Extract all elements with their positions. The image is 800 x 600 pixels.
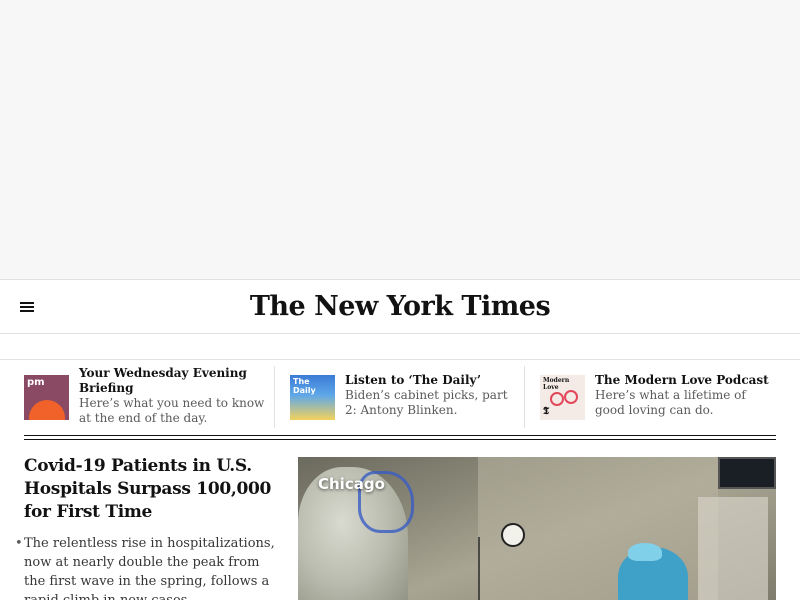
section-bar xyxy=(0,334,800,360)
the-daily-thumbnail[interactable]: The Daily xyxy=(290,375,335,420)
vital-monitor xyxy=(718,457,776,489)
nyt-logo[interactable]: The New York Times xyxy=(0,291,800,322)
wall-clock xyxy=(501,523,525,547)
bullet-icon: • xyxy=(15,536,23,551)
rose-icon xyxy=(564,390,578,404)
briefing-item-evening[interactable]: pm Your Wednesday Evening Briefing Here’… xyxy=(24,366,274,428)
medical-equipment xyxy=(698,497,768,600)
evening-briefing-thumbnail[interactable]: pm xyxy=(24,375,69,420)
lead-photo[interactable]: Chicago xyxy=(298,457,776,600)
section-divider xyxy=(24,435,776,440)
briefing-item-modern-love[interactable]: Modern Love 𝕿 The Modern Love Podcast He… xyxy=(524,366,776,428)
surgical-cap xyxy=(628,543,662,561)
lead-headline[interactable]: Covid-19 Patients in U.S. Hospitals Surp… xyxy=(24,455,276,524)
ad-placeholder xyxy=(0,0,800,280)
modern-love-thumbnail[interactable]: Modern Love 𝕿 xyxy=(540,375,585,420)
photo-location-label: Chicago xyxy=(318,475,385,493)
briefing-item-the-daily[interactable]: The Daily Listen to ‘The Daily’ Biden’s … xyxy=(274,366,524,428)
lead-summary: • The relentless rise in hospitalization… xyxy=(15,534,276,600)
briefing-text: The Modern Love Podcast Here’s what a li… xyxy=(595,373,775,418)
briefing-text: Listen to ‘The Daily’ Biden’s cabinet pi… xyxy=(345,373,515,418)
briefing-summary: Here’s what you need to know at the end … xyxy=(79,396,265,425)
briefing-title[interactable]: The Modern Love Podcast xyxy=(595,373,775,388)
sun-graphic xyxy=(29,400,65,420)
briefings-strip: pm Your Wednesday Evening Briefing Here’… xyxy=(24,366,776,428)
modern-love-thumb-label: Modern Love xyxy=(543,377,570,391)
masthead: The New York Times xyxy=(0,281,800,334)
lead-story: Covid-19 Patients in U.S. Hospitals Surp… xyxy=(15,455,276,600)
briefing-title[interactable]: Listen to ‘The Daily’ xyxy=(345,373,515,388)
nyt-t-icon: 𝕿 xyxy=(543,406,550,417)
briefing-title[interactable]: Your Wednesday Evening Briefing xyxy=(79,366,269,396)
the-daily-thumb-label: The Daily xyxy=(293,377,316,395)
iv-pole xyxy=(478,537,480,600)
lead-summary-text[interactable]: The relentless rise in hospitalizations,… xyxy=(24,536,275,600)
briefing-summary: Biden’s cabinet picks, part 2: Antony Bl… xyxy=(345,388,508,417)
rose-icon xyxy=(550,392,564,406)
briefing-summary: Here’s what a lifetime of good loving ca… xyxy=(595,388,746,417)
briefing-text: Your Wednesday Evening Briefing Here’s w… xyxy=(79,366,269,426)
pm-thumb-label: pm xyxy=(27,377,45,388)
